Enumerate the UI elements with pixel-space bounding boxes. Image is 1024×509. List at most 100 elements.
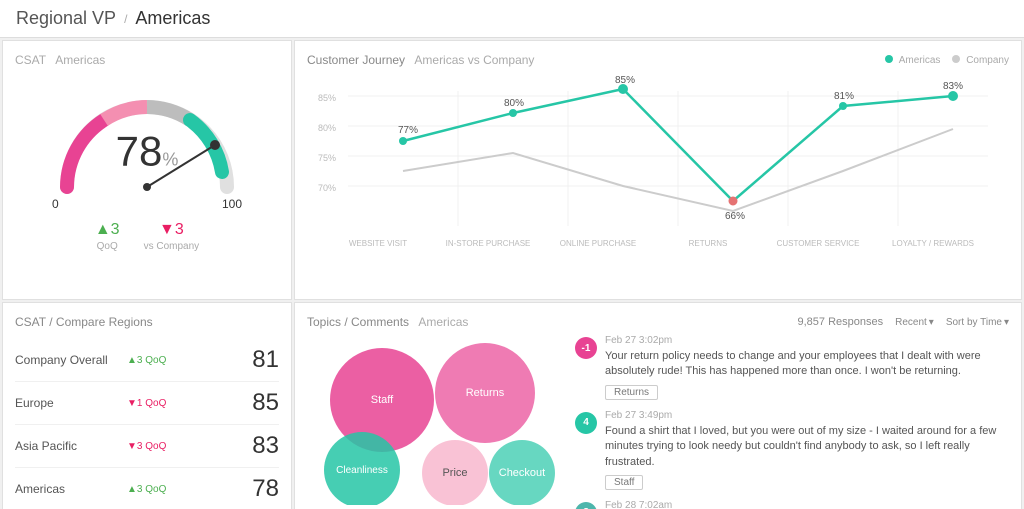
qoq-down-value: ▼3	[144, 221, 200, 239]
topics-title-area: Topics / Comments Americas	[307, 315, 468, 329]
comment-tag: Returns	[605, 385, 658, 400]
bubble-chart-svg: Staff Returns Cleanliness Price Checkout	[307, 335, 567, 505]
comment-body: Feb 28 7:02am Something about staff / it…	[605, 500, 1005, 509]
region-score: 81	[239, 346, 279, 374]
csat-metrics: ▲3 QoQ ▼3 vs Company	[15, 221, 279, 252]
gauge-max-label: 100	[222, 197, 242, 211]
sort-recent-button[interactable]: Recent	[895, 317, 934, 328]
comment-text: Your return policy needs to change and y…	[605, 349, 1005, 380]
svg-text:RETURNS: RETURNS	[689, 239, 728, 248]
gauge-container: 78%	[47, 77, 247, 197]
topics-title: Topics / Comments	[307, 315, 409, 329]
journey-subtitle: Americas vs Company	[414, 53, 534, 67]
legend-company: Company	[952, 55, 1009, 66]
csat-title: CSAT Americas	[15, 53, 279, 67]
svg-text:85%: 85%	[318, 93, 336, 103]
journey-card: Customer Journey Americas vs Company Ame…	[294, 40, 1022, 300]
gauge-number: 78	[116, 127, 163, 174]
comment-date: Feb 27 3:49pm	[605, 410, 1005, 421]
svg-text:Returns: Returns	[466, 387, 505, 399]
compare-title: CSAT / Compare Regions	[15, 315, 279, 329]
svg-text:85%: 85%	[615, 75, 635, 86]
svg-text:Checkout: Checkout	[499, 467, 545, 479]
journey-header: Customer Journey Americas vs Company Ame…	[307, 53, 1009, 67]
svg-text:70%: 70%	[318, 183, 336, 193]
comment-date: Feb 27 3:02pm	[605, 335, 1005, 346]
topics-card: Topics / Comments Americas 9,857 Respons…	[294, 302, 1022, 509]
svg-text:Staff: Staff	[371, 394, 394, 406]
journey-legend: Americas Company	[885, 55, 1009, 66]
svg-text:81%: 81%	[834, 91, 854, 102]
svg-text:83%: 83%	[943, 81, 963, 92]
region-name: Company Overall	[15, 353, 127, 367]
journey-title-area: Customer Journey Americas vs Company	[307, 53, 534, 67]
comment-item: -1 Feb 27 3:02pm Your return policy need…	[575, 335, 1005, 400]
region-qoq: ▲3 QoQ	[127, 355, 239, 366]
svg-text:IN-STORE PURCHASE: IN-STORE PURCHASE	[446, 239, 531, 248]
comments-list: -1 Feb 27 3:02pm Your return policy need…	[575, 335, 1009, 509]
legend-americas-dot	[885, 55, 893, 63]
region-item: Americas ▲3 QoQ 78	[15, 468, 279, 509]
gauge-percent: %	[162, 149, 178, 169]
comment-date: Feb 28 7:02am	[605, 500, 1005, 509]
svg-text:75%: 75%	[318, 153, 336, 163]
svg-text:Cleanliness: Cleanliness	[336, 465, 388, 476]
comment-tag: Staff	[605, 475, 643, 490]
region-item: Asia Pacific ▼3 QoQ 83	[15, 425, 279, 468]
topics-controls: 9,857 Responses Recent Sort by Time	[797, 316, 1009, 328]
comment-avatar: 8	[575, 502, 597, 509]
comment-text: Found a shirt that I loved, but you were…	[605, 424, 1005, 470]
metric-qoq-down: ▼3 vs Company	[144, 221, 200, 252]
bubble-chart: Staff Returns Cleanliness Price Checkout	[307, 335, 567, 505]
topics-region: Americas	[418, 315, 468, 329]
svg-text:LOYALTY / REWARDS: LOYALTY / REWARDS	[892, 239, 974, 248]
region-qoq: ▲3 QoQ	[127, 484, 239, 495]
comment-avatar: -1	[575, 337, 597, 359]
page-header: Regional VP / Americas	[0, 0, 1024, 38]
svg-text:Price: Price	[442, 467, 467, 479]
qoq-up-value: ▲3	[95, 221, 120, 239]
journey-chart: 85% 80% 75% 70%	[307, 71, 1009, 271]
region-qoq: ▼1 QoQ	[127, 398, 239, 409]
qoq-up-label: QoQ	[95, 241, 120, 252]
region-qoq: ▼3 QoQ	[127, 441, 239, 452]
metric-qoq-up: ▲3 QoQ	[95, 221, 120, 252]
region-score: 78	[239, 475, 279, 503]
comment-body: Feb 27 3:49pm Found a shirt that I loved…	[605, 410, 1005, 490]
breadcrumb-parent: Regional VP	[16, 8, 116, 29]
svg-text:CUSTOMER SERVICE: CUSTOMER SERVICE	[777, 239, 860, 248]
gauge-min-label: 0	[52, 197, 59, 211]
region-name: Europe	[15, 396, 127, 410]
region-item: Company Overall ▲3 QoQ 81	[15, 339, 279, 382]
csat-card: CSAT Americas	[2, 40, 292, 300]
svg-text:80%: 80%	[504, 98, 524, 109]
region-score: 83	[239, 432, 279, 460]
svg-text:ONLINE PURCHASE: ONLINE PURCHASE	[560, 239, 636, 248]
gauge-value: 78%	[116, 127, 179, 175]
breadcrumb-separator: /	[124, 12, 127, 26]
legend-americas: Americas	[885, 55, 940, 66]
responses-count: 9,857 Responses	[797, 316, 883, 328]
page: Regional VP / Americas CSAT Americas	[0, 0, 1024, 509]
comment-body: Feb 27 3:02pm Your return policy needs t…	[605, 335, 1005, 400]
legend-company-dot	[952, 55, 960, 63]
region-score: 85	[239, 389, 279, 417]
breadcrumb-current: Americas	[135, 8, 210, 29]
comment-avatar: 4	[575, 412, 597, 434]
svg-text:77%: 77%	[398, 125, 418, 136]
svg-text:WEBSITE VISIT: WEBSITE VISIT	[349, 239, 407, 248]
journey-chart-svg: 85% 80% 75% 70%	[307, 71, 1009, 271]
comment-item: 4 Feb 27 3:49pm Found a shirt that I lov…	[575, 410, 1005, 490]
topics-content: Staff Returns Cleanliness Price Checkout	[307, 335, 1009, 509]
qoq-down-label: vs Company	[144, 241, 200, 252]
gauge-labels: 0 100	[47, 197, 247, 211]
region-name: Asia Pacific	[15, 439, 127, 453]
journey-title: Customer Journey	[307, 53, 405, 67]
topics-header: Topics / Comments Americas 9,857 Respons…	[307, 315, 1009, 329]
sort-time-button[interactable]: Sort by Time	[946, 317, 1009, 328]
region-name: Americas	[15, 482, 127, 496]
main-grid: CSAT Americas	[0, 38, 1024, 505]
svg-text:66%: 66%	[725, 211, 745, 222]
compare-card: CSAT / Compare Regions Company Overall ▲…	[2, 302, 292, 509]
svg-text:80%: 80%	[318, 123, 336, 133]
